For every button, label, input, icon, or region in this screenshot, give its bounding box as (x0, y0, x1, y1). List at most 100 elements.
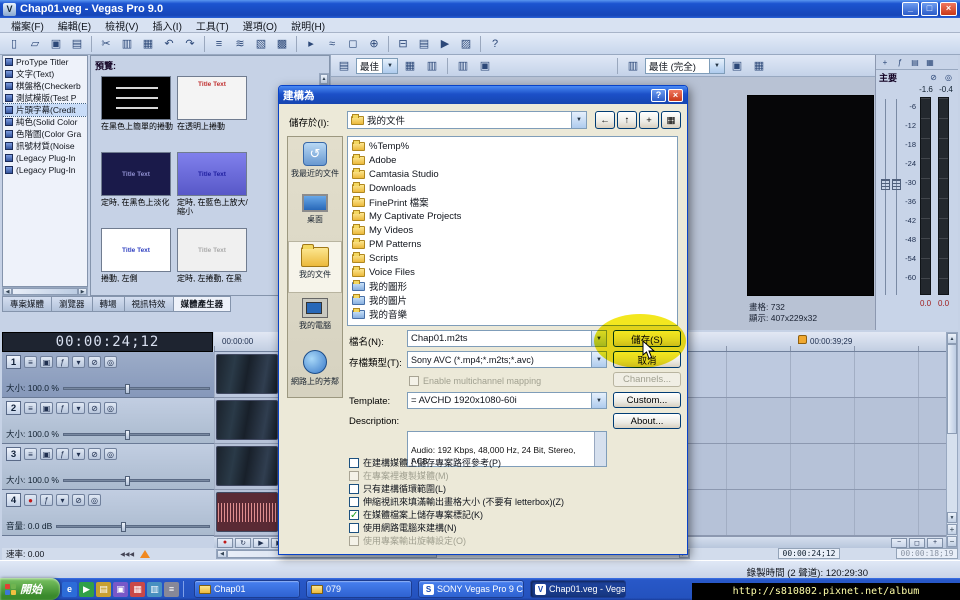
preset-thumbnail[interactable]: Title Text (101, 152, 171, 196)
quicklaunch-app-icon[interactable]: ▣ (113, 582, 128, 597)
envelope-tool-icon[interactable]: ≈ (322, 34, 342, 53)
zoom-tool-icon[interactable]: ⊕ (364, 34, 384, 53)
compositing-icon[interactable]: ≡ (24, 402, 37, 414)
safe-area-icon[interactable]: ▥ (422, 56, 442, 75)
track-fx-icon[interactable]: ƒ (56, 448, 69, 460)
zoom-out-time-icon[interactable]: − (891, 538, 907, 548)
generator-item[interactable]: (Legacy Plug-In (3, 164, 87, 176)
generator-item[interactable]: 訊號材質(Noise (3, 140, 87, 152)
chevron-down-icon[interactable]: ▼ (591, 331, 606, 346)
solo-icon[interactable]: ◎ (104, 402, 117, 414)
help-icon[interactable]: ? (485, 34, 505, 53)
solo-icon[interactable]: ◎ (104, 448, 117, 460)
timeline-vscrollbar[interactable]: ▲ ▼ + − (946, 332, 958, 548)
quicklaunch-folder-icon[interactable]: ▤ (96, 582, 111, 597)
automation-icon[interactable]: ▾ (56, 494, 69, 506)
save-in-select[interactable]: 我的文件 ▼ (347, 111, 587, 129)
menu-view[interactable]: 檢視(V) (98, 17, 145, 34)
track-level-slider[interactable] (63, 387, 210, 390)
generator-item[interactable]: 棋盤格(Checkerb (3, 80, 87, 92)
track-motion-icon[interactable]: ▣ (40, 356, 53, 368)
overlay-grid-icon[interactable]: ▦ (400, 56, 420, 75)
quicklaunch-media-icon[interactable]: ▶ (79, 582, 94, 597)
chevron-down-icon[interactable]: ▼ (709, 59, 724, 73)
solo-icon[interactable]: ◎ (88, 494, 101, 506)
back-icon[interactable]: ← (595, 111, 615, 129)
place-my-computer[interactable]: 我的電腦 (288, 293, 342, 345)
cut-icon[interactable]: ✂ (96, 34, 116, 53)
save-icon[interactable]: ▣ (46, 34, 66, 53)
menu-file[interactable]: 檔案(F) (4, 17, 51, 34)
file-list-item[interactable]: FinePrint 檔案 (350, 195, 675, 209)
solo-icon[interactable]: ◎ (104, 356, 117, 368)
video-event[interactable] (216, 400, 278, 440)
save-button[interactable]: 儲存(S) (613, 330, 681, 347)
option-row[interactable]: 在建構媒體上儲存專案路徑參考(P) (349, 458, 501, 468)
checkbox[interactable] (349, 523, 359, 533)
minimize-icon[interactable]: _ (902, 2, 919, 16)
track-number[interactable]: 2 (6, 401, 21, 415)
file-list-item[interactable]: PM Patterns (350, 237, 675, 251)
mute-icon[interactable]: ⊘ (88, 402, 101, 414)
mute-icon[interactable]: ⊘ (88, 448, 101, 460)
quicklaunch-desktop-icon[interactable]: ▥ (147, 582, 162, 597)
mute-icon[interactable]: ⊘ (88, 356, 101, 368)
trimmer-icon[interactable]: ⊟ (393, 34, 413, 53)
dialog-help-icon[interactable]: ? (651, 89, 666, 102)
maximize-icon[interactable]: □ (921, 2, 938, 16)
master-fader-right[interactable] (892, 179, 901, 190)
custom-button[interactable]: Custom... (613, 392, 681, 408)
preset-thumbnail[interactable]: Title Text (177, 152, 247, 196)
menu-help[interactable]: 說明(H) (284, 17, 332, 34)
zoom-out-icon[interactable]: − (947, 536, 957, 547)
master-fader-left[interactable] (881, 179, 890, 190)
title-bar[interactable]: V Chap01.veg - Vegas Pro 9.0 _ □ × (0, 0, 960, 18)
start-button[interactable]: 開始 (0, 578, 60, 600)
track-volume-slider[interactable] (56, 525, 210, 528)
video-event[interactable] (216, 354, 278, 394)
taskbar-button-chap01-folder[interactable]: Chap01 (194, 580, 300, 598)
track-motion-icon[interactable]: ▣ (40, 402, 53, 414)
zoom-in-time-icon[interactable]: + (927, 538, 943, 548)
cancel-button[interactable]: 取消 (613, 351, 681, 368)
loop-playback-icon[interactable]: ↻ (235, 538, 251, 548)
track-number[interactable]: 4 (6, 493, 21, 507)
preview-fullsize-icon[interactable]: ▦ (749, 56, 769, 75)
automation-icon[interactable]: ▾ (72, 448, 85, 460)
taskbar-button-vegas-help[interactable]: S SONY Vegas Pro 9 C... (418, 580, 524, 598)
zoom-tool-icon[interactable]: ◻ (909, 538, 925, 548)
audio-event[interactable] (216, 492, 278, 532)
file-list-item[interactable]: 我的音樂 (350, 307, 675, 321)
checkbox[interactable] (349, 497, 359, 507)
ignore-grouping-icon[interactable]: ▩ (272, 34, 292, 53)
undo-icon[interactable]: ↶ (159, 34, 179, 53)
option-row[interactable]: 使用網路電腦來建構(N) (349, 523, 457, 533)
chevron-down-icon[interactable]: ▼ (591, 352, 606, 367)
normal-edit-tool-icon[interactable]: ▸ (301, 34, 321, 53)
generator-item[interactable]: 文字(Text) (3, 68, 87, 80)
automation-icon[interactable]: ▾ (72, 356, 85, 368)
play-from-start-icon[interactable]: ▶ (253, 538, 269, 548)
tab-project-media[interactable]: 專案媒體 (2, 296, 52, 312)
video-event[interactable] (216, 446, 278, 486)
description-scrollbar[interactable] (594, 432, 606, 466)
file-list-item[interactable]: 我的圖形 (350, 279, 675, 293)
solo-icon[interactable]: ◎ (942, 72, 955, 83)
track-header-1[interactable]: 1 ≡ ▣ ƒ ▾ ⊘ ◎ 大小: 100.0 % (2, 352, 214, 398)
selection-end-timecode[interactable]: 00:00:18;19 (896, 548, 958, 559)
checkbox[interactable] (349, 458, 359, 468)
file-list-item[interactable]: Voice Files (350, 265, 675, 279)
file-list-item[interactable]: Adobe (350, 153, 675, 167)
menu-options[interactable]: 選項(O) (236, 17, 284, 34)
place-my-documents[interactable]: 我的文件 (288, 241, 342, 293)
tab-media-generators[interactable]: 媒體產生器 (174, 296, 232, 312)
file-list-item[interactable]: Scripts (350, 251, 675, 265)
selection-tool-icon[interactable]: ◻ (343, 34, 363, 53)
selection-start-timecode[interactable]: 00:00:24;12 (778, 548, 840, 559)
file-list-item[interactable]: 我的圖片 (350, 293, 675, 307)
file-list-item[interactable]: My Videos (350, 223, 675, 237)
option-row[interactable]: 在媒體檔案上儲存專案標記(K) (349, 510, 483, 520)
mixer-properties-icon[interactable]: ▤ (908, 56, 922, 68)
template-select[interactable]: = AVCHD 1920x1080-60i ▼ (407, 392, 607, 409)
tab-video-fx[interactable]: 視訊特效 (125, 296, 174, 312)
